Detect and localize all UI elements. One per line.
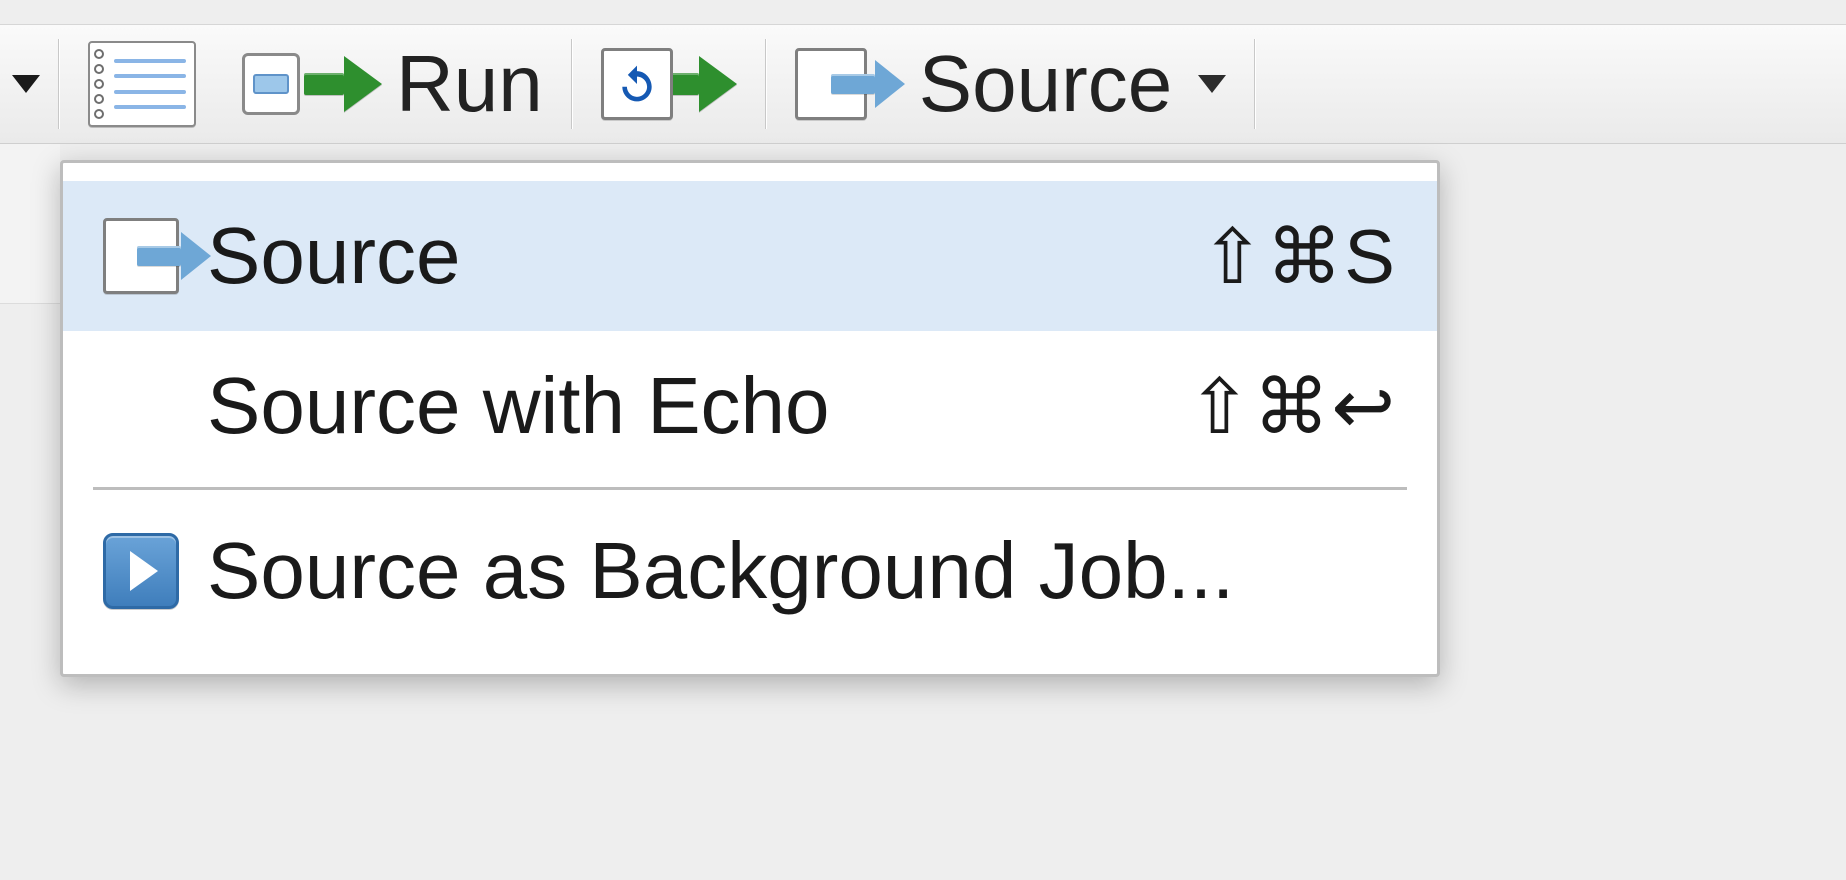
play-icon xyxy=(103,533,199,609)
menu-item-label: Source xyxy=(207,210,1201,302)
menu-item-label: Source as Background Job... xyxy=(207,525,1397,617)
editor-toolbar: Run Source xyxy=(0,24,1846,144)
toolbar-separator xyxy=(765,39,767,129)
run-icon xyxy=(242,53,382,115)
run-button-label: Run xyxy=(396,38,543,130)
menu-item-source-with-echo[interactable]: Source with Echo ⇧⌘↩ xyxy=(63,331,1437,481)
run-button[interactable]: Run xyxy=(224,34,561,134)
source-button-label: Source xyxy=(919,38,1172,130)
menu-separator xyxy=(93,487,1407,490)
source-button[interactable]: Source xyxy=(777,34,1244,134)
notebook-button[interactable] xyxy=(70,34,214,134)
editor-background xyxy=(0,144,60,304)
toolbar-dropdown-arrow[interactable] xyxy=(12,75,40,93)
source-dropdown-caret[interactable] xyxy=(1198,75,1226,93)
toolbar-separator xyxy=(571,39,573,129)
menu-item-shortcut: ⇧⌘S xyxy=(1201,212,1397,301)
source-icon xyxy=(795,48,867,120)
menu-item-source-background-job[interactable]: Source as Background Job... xyxy=(63,496,1437,646)
source-dropdown-menu: Source ⇧⌘S Source with Echo ⇧⌘↩ Source a… xyxy=(60,160,1440,677)
rerun-icon xyxy=(601,48,737,120)
source-icon xyxy=(103,218,199,294)
notebook-icon xyxy=(88,41,196,127)
rerun-button[interactable] xyxy=(583,34,755,134)
toolbar-separator xyxy=(58,39,60,129)
toolbar-separator xyxy=(1254,39,1256,129)
menu-item-shortcut: ⇧⌘↩ xyxy=(1188,362,1397,451)
menu-item-label: Source with Echo xyxy=(207,360,1188,452)
menu-item-source[interactable]: Source ⇧⌘S xyxy=(63,181,1437,331)
